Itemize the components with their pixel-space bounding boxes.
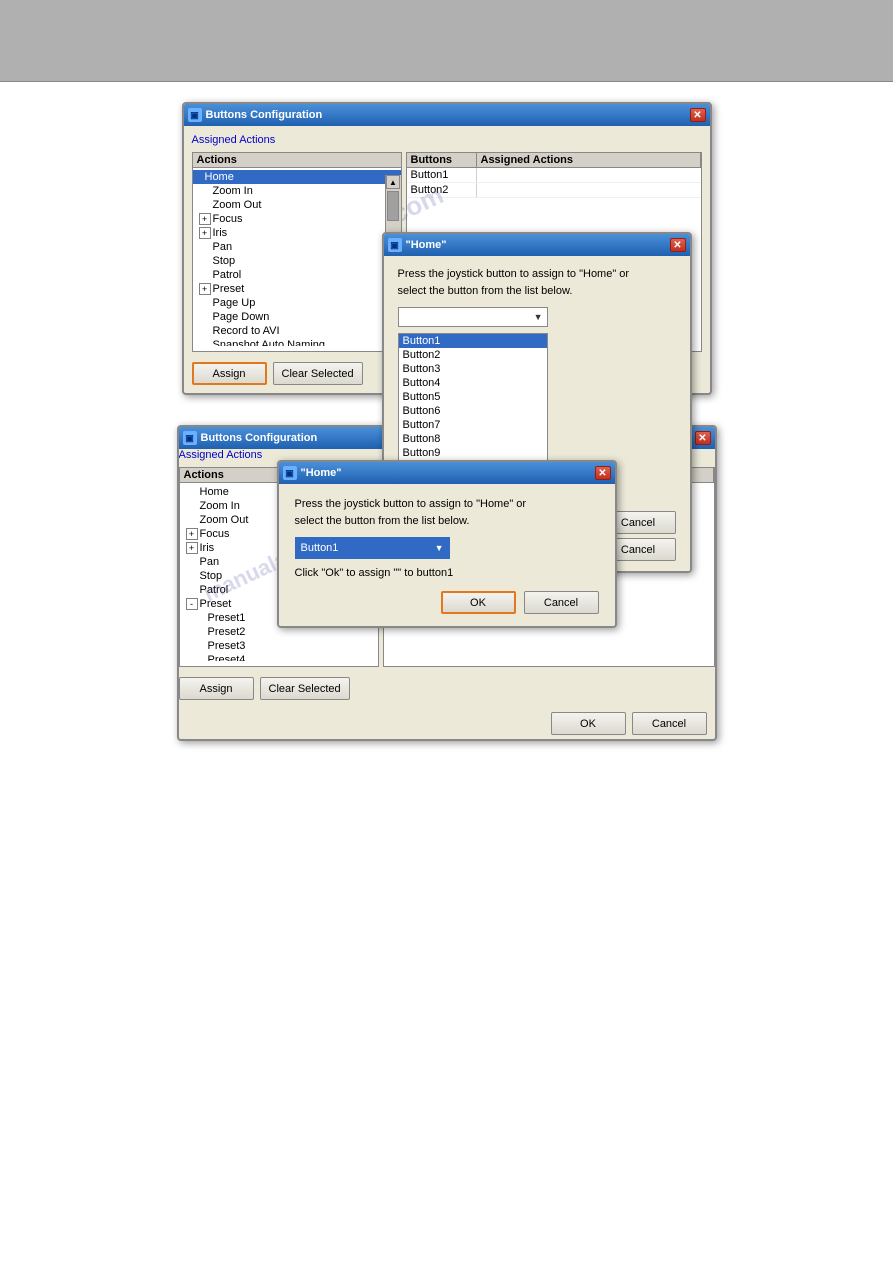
listbox-item-btn3-1[interactable]: Button3 xyxy=(399,362,547,376)
preset-expander-2[interactable]: - xyxy=(186,598,198,610)
listbox-item-btn2-1[interactable]: Button2 xyxy=(399,348,547,362)
home-prompt-1: Press the joystick button to assign to "… xyxy=(398,266,676,299)
tree-item-pageup-1[interactable]: Page Up xyxy=(193,296,401,310)
actions-header-1: Actions xyxy=(193,153,401,168)
dialog2-title: Buttons Configuration xyxy=(201,432,318,444)
home-dialog1-icon: ▣ xyxy=(388,238,402,252)
clear-selected-button-2[interactable]: Clear Selected xyxy=(260,677,350,700)
tree-item-home-1[interactable]: Home xyxy=(193,170,401,184)
home-cancel-button-2[interactable]: Cancel xyxy=(524,591,599,614)
tree-item-stop-1[interactable]: Stop xyxy=(193,254,401,268)
actions-panel-1: Actions Home Zoom In Zoom Out +Focus +Ir… xyxy=(192,152,402,352)
home-dialog1-title: "Home" xyxy=(406,239,447,251)
tree-item-zoomout-1[interactable]: Zoom Out xyxy=(193,198,401,212)
scroll-up-1[interactable]: ▲ xyxy=(386,175,400,189)
tree-item-focus-1[interactable]: +Focus xyxy=(193,212,401,226)
dialog2-bottom-buttons: Assign Clear Selected xyxy=(179,673,715,700)
home-dialog2-title: "Home" xyxy=(301,467,342,479)
tree-item-recordavi-1[interactable]: Record to AVI xyxy=(193,324,401,338)
iris-expander-1[interactable]: + xyxy=(199,227,211,239)
listbox-item-btn8-1[interactable]: Button8 xyxy=(399,432,547,446)
tree-item-patrol-1[interactable]: Patrol xyxy=(193,268,401,282)
btn-cell-1: Button1 xyxy=(407,168,477,182)
tree-item-zoomin-1[interactable]: Zoom In xyxy=(193,184,401,198)
main-content: manualalive.com ▣ Buttons Configuration … xyxy=(0,82,893,1263)
home-dialog2-titlebar: ▣ "Home" ✕ xyxy=(279,462,615,484)
buttons-header-row-1: Buttons Assigned Actions xyxy=(407,153,701,168)
home-dropdown-value-2: Button1 xyxy=(301,542,339,554)
btn-cell-2: Button2 xyxy=(407,183,477,197)
home-dialog2-icon: ▣ xyxy=(283,466,297,480)
dialog2-close-btn[interactable]: ✕ xyxy=(695,431,711,445)
home-dialog2-close-btn[interactable]: ✕ xyxy=(595,466,611,480)
tree-item-preset-1[interactable]: +Preset xyxy=(193,282,401,296)
buttons-row-2[interactable]: Button2 xyxy=(407,183,701,198)
home-dialog2-body: Press the joystick button to assign to "… xyxy=(279,484,615,626)
assign-button-1[interactable]: Assign xyxy=(192,362,267,385)
home-dialog1-titlebar: ▣ "Home" ✕ xyxy=(384,234,690,256)
clear-selected-button-1[interactable]: Clear Selected xyxy=(273,362,363,385)
dialog2-icon: ▣ xyxy=(183,431,197,445)
focus-expander-1[interactable]: + xyxy=(199,213,211,225)
preset-expander-1[interactable]: + xyxy=(199,283,211,295)
dialog2-cancel-btn[interactable]: Cancel xyxy=(632,712,707,735)
buttons-row-1[interactable]: Button1 xyxy=(407,168,701,183)
top-bar xyxy=(0,0,893,82)
home-dropdown-2[interactable]: Button1 ▼ xyxy=(295,537,450,559)
assigned-col-1: Assigned Actions xyxy=(477,153,701,167)
tree-item-preset3-2[interactable]: Preset3 xyxy=(180,639,378,653)
listbox-item-btn4-1[interactable]: Button4 xyxy=(399,376,547,390)
home-dialog-2: ▣ "Home" ✕ Press the joystick button to … xyxy=(277,460,617,628)
dialog1-close-btn[interactable]: ✕ xyxy=(690,108,706,122)
assigned-cell-1 xyxy=(477,168,485,182)
home-dialog1-close-btn[interactable]: ✕ xyxy=(670,238,686,252)
home-dialog2-buttons: OK Cancel xyxy=(295,591,599,614)
dialog1-titlebar: ▣ Buttons Configuration ✕ xyxy=(184,104,710,126)
dialog2-ok-btn[interactable]: OK xyxy=(551,712,626,735)
tree-item-iris-1[interactable]: +Iris xyxy=(193,226,401,240)
dialog1-icon: ▣ xyxy=(188,108,202,122)
focus-expander-2[interactable]: + xyxy=(186,528,198,540)
listbox-item-btn5-1[interactable]: Button5 xyxy=(399,390,547,404)
listbox-item-btn1-1[interactable]: Button1 xyxy=(399,334,547,348)
assigned-cell-2 xyxy=(477,183,485,197)
listbox-item-btn6-1[interactable]: Button6 xyxy=(399,404,547,418)
tree-item-snapshot-1[interactable]: Snapshot Auto Naming xyxy=(193,338,401,346)
home-ok-button-2[interactable]: OK xyxy=(441,591,516,614)
listbox-item-btn9-1[interactable]: Button9 xyxy=(399,446,547,460)
home-prompt-2: Press the joystick button to assign to "… xyxy=(295,496,599,529)
dialog1-title: Buttons Configuration xyxy=(206,109,323,121)
actions-list-1[interactable]: Home Zoom In Zoom Out +Focus +Iris Pan S… xyxy=(193,168,401,346)
assign-button-2[interactable]: Assign xyxy=(179,677,254,700)
buttons-col-1: Buttons xyxy=(407,153,477,167)
listbox-item-btn7-1[interactable]: Button7 xyxy=(399,418,547,432)
tree-item-pagedown-1[interactable]: Page Down xyxy=(193,310,401,324)
dialog2-ok-cancel: OK Cancel xyxy=(179,708,715,739)
home-dropdown-1[interactable]: ▼ xyxy=(398,307,548,327)
dialog1-section: Assigned Actions xyxy=(192,134,702,146)
dropdown-arrow-1: ▼ xyxy=(534,312,543,322)
tree-item-preset4-2[interactable]: Preset4 xyxy=(180,653,378,661)
first-dialog-group: manualalive.com ▣ Buttons Configuration … xyxy=(182,102,712,395)
tree-item-pan-1[interactable]: Pan xyxy=(193,240,401,254)
scroll-thumb-1[interactable] xyxy=(387,191,399,221)
dropdown-arrow-2: ▼ xyxy=(435,543,444,553)
click-ok-msg: Click "Ok" to assign "" to button1 xyxy=(295,567,599,579)
iris-expander-2[interactable]: + xyxy=(186,542,198,554)
